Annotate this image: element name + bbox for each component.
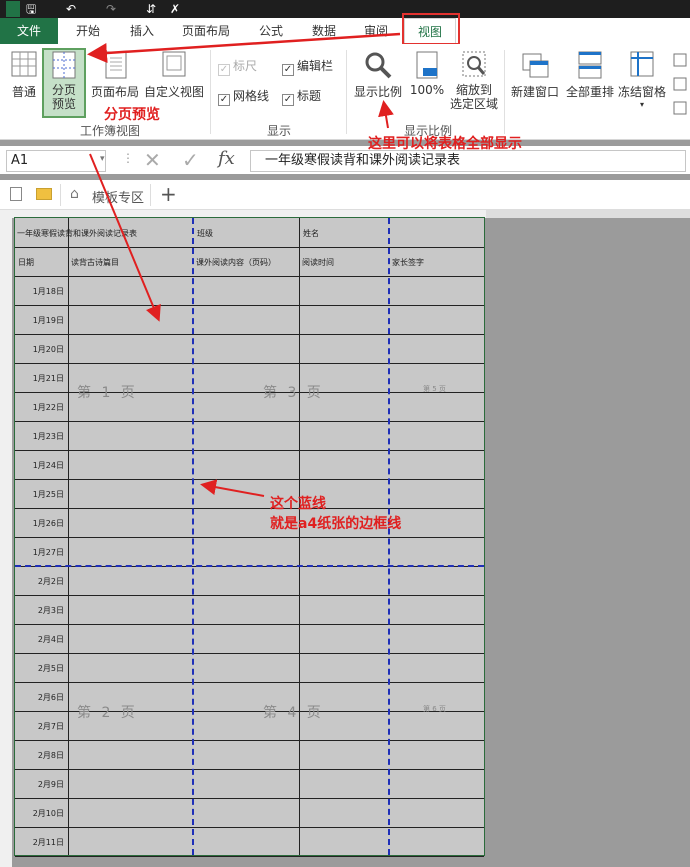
page-break-preview-annotation: 分页预览 bbox=[104, 107, 160, 123]
annotation-arrows bbox=[87, 32, 401, 497]
blue-line-annotation: 这个蓝线 就是a4纸张的边框线 bbox=[270, 496, 402, 532]
zoom-hint-annotation: 这里可以将表格全部显示 bbox=[368, 136, 522, 152]
